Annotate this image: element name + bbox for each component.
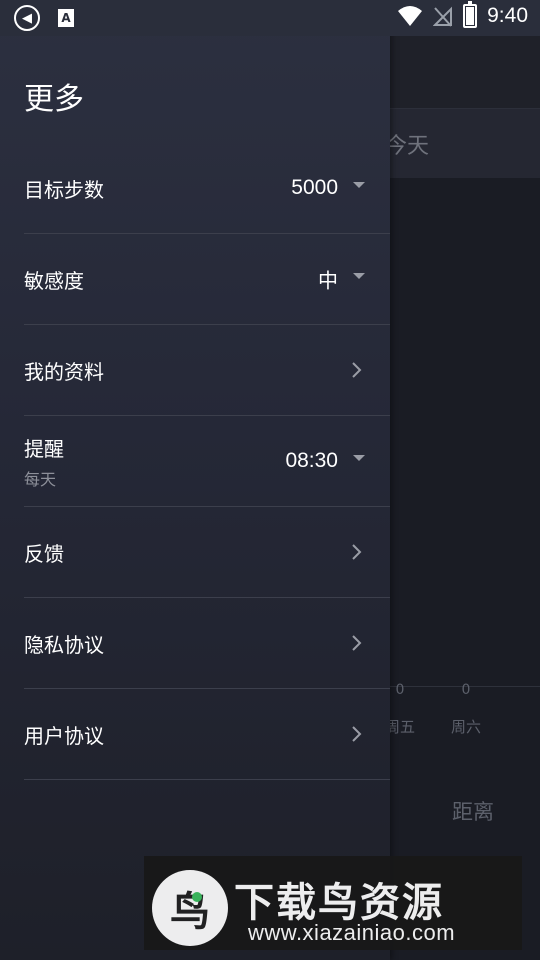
drawer-menu: 目标步数 5000 敏感度 中 我的资料 提醒 每天 08:30 反馈 隐私协议…	[24, 143, 390, 780]
font-a-icon: A	[58, 9, 74, 27]
watermark: 鸟 下载鸟资源 www.xiazainiao.com	[144, 856, 522, 950]
caret-down-icon	[353, 273, 365, 279]
target-steps-value: 5000	[291, 176, 338, 199]
wifi-icon	[398, 6, 423, 26]
menu-item-label: 我的资料	[24, 359, 104, 384]
reminder-time-value: 08:30	[285, 449, 338, 472]
navigation-icon: ◀	[14, 5, 40, 31]
caret-down-icon	[353, 455, 365, 461]
menu-item-feedback[interactable]: 反馈	[24, 507, 390, 598]
menu-item-my-profile[interactable]: 我的资料	[24, 325, 390, 416]
menu-item-sensitivity[interactable]: 敏感度 中	[24, 234, 390, 325]
sensitivity-value: 中	[318, 268, 338, 293]
reminder-frequency: 每天	[24, 469, 57, 489]
menu-item-label: 用户协议	[24, 723, 104, 748]
background-chart-day: 周六	[450, 718, 481, 736]
status-bar: ◀ A 9:40	[0, 0, 540, 36]
menu-item-user-agreement[interactable]: 用户协议	[24, 689, 390, 780]
drawer-title: 更多	[24, 82, 84, 117]
watermark-url: www.xiazainiao.com	[248, 920, 456, 945]
menu-item-privacy-policy[interactable]: 隐私协议	[24, 598, 390, 689]
background-tab-today: 今天	[385, 134, 430, 159]
chevron-right-icon	[352, 544, 362, 560]
navigation-drawer: 更多 目标步数 5000 敏感度 中 我的资料 提醒 每天 08:30 反馈 隐…	[0, 0, 390, 960]
menu-item-reminder[interactable]: 提醒 每天 08:30	[24, 416, 390, 507]
chevron-right-icon	[352, 726, 362, 742]
menu-item-label: 隐私协议	[24, 632, 104, 657]
chevron-right-icon	[352, 362, 362, 378]
caret-down-icon	[353, 182, 365, 188]
battery-charging-icon	[463, 1, 478, 28]
menu-item-label: 反馈	[24, 541, 64, 566]
background-distance-label: 距离	[452, 800, 494, 824]
background-chart-value: 0	[461, 682, 471, 698]
clock: 9:40	[487, 4, 528, 27]
menu-item-label: 敏感度	[24, 268, 84, 293]
menu-item-target-steps[interactable]: 目标步数 5000	[24, 143, 390, 234]
chevron-right-icon	[352, 635, 362, 651]
menu-item-label: 目标步数	[24, 177, 104, 202]
menu-item-label: 提醒	[24, 436, 64, 461]
no-signal-icon	[433, 6, 453, 27]
watermark-logo: 鸟	[152, 870, 228, 946]
